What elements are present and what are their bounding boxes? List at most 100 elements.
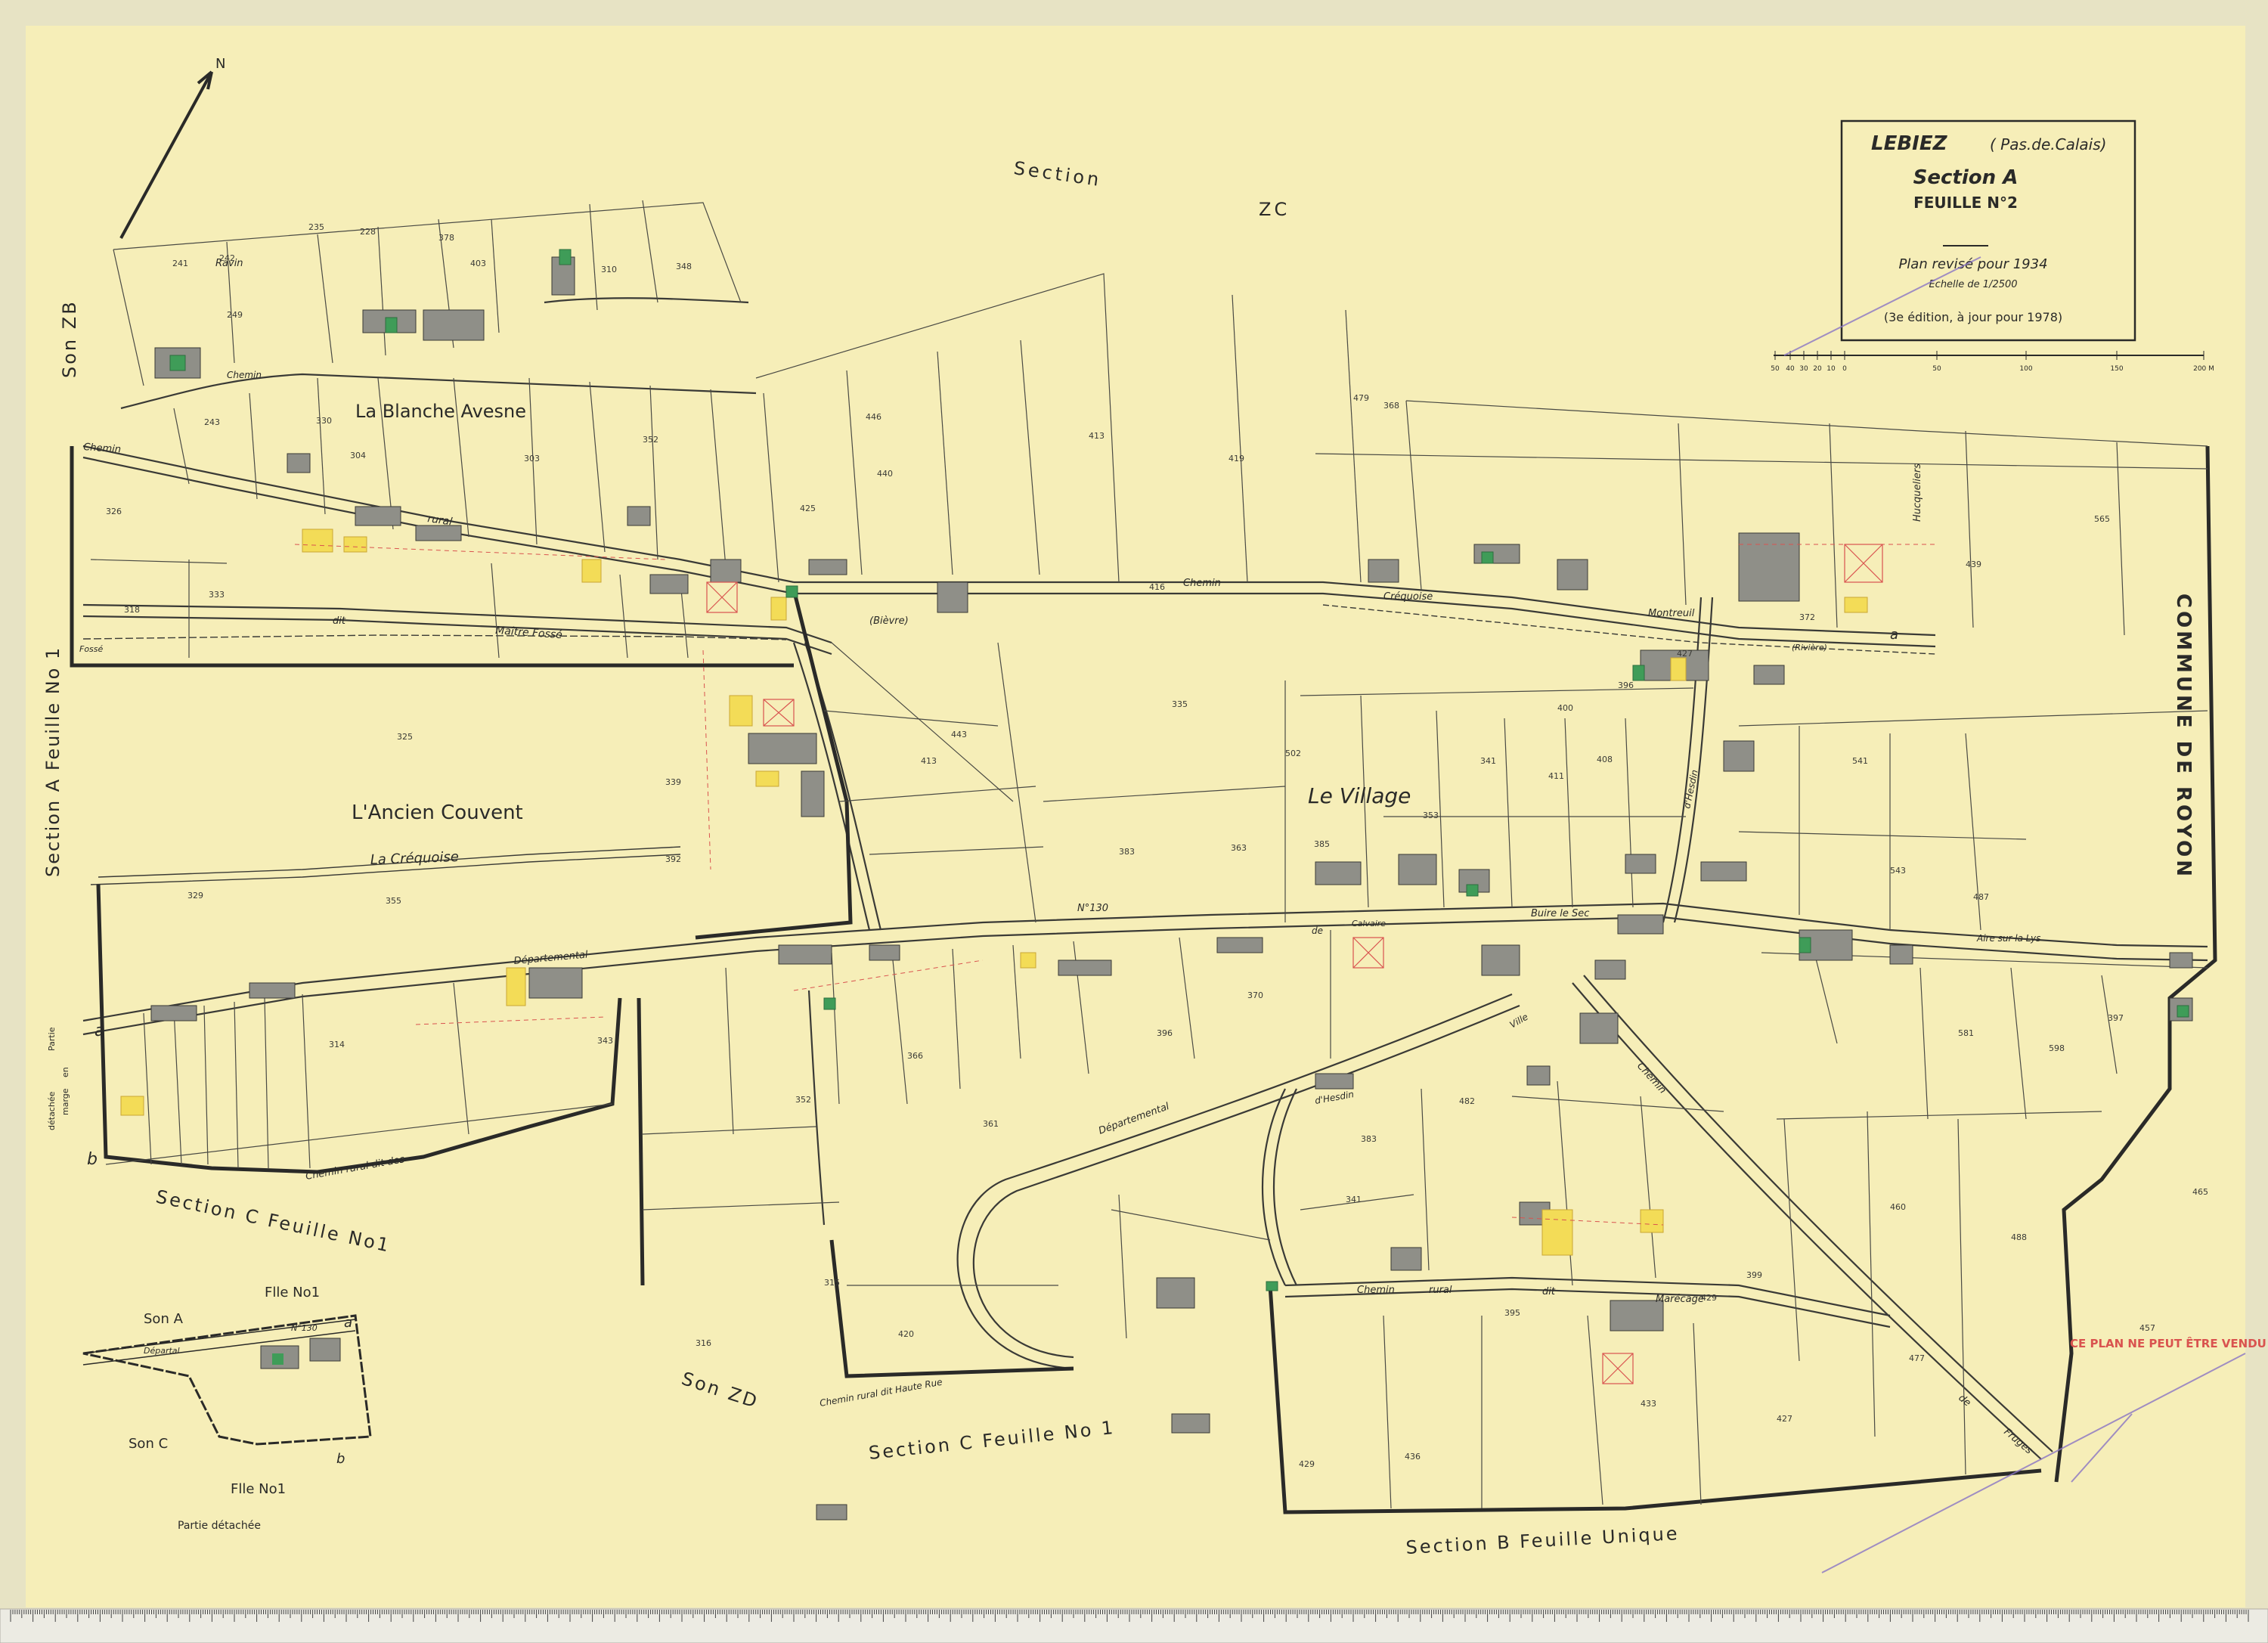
inset-point-a: a (344, 1315, 352, 1331)
scale-tick-label-0: 50 (1771, 365, 1780, 373)
label-chemin-crequoise: Chemin (1183, 578, 1221, 589)
parcel-number-3: 235 (308, 222, 324, 232)
measuring-ruler (0, 1608, 2268, 1643)
parcel-number-17: 325 (397, 732, 413, 742)
parcel-number-5: 378 (438, 233, 454, 243)
point-a-left: a (94, 1021, 104, 1040)
parcel-number-31: 383 (1119, 847, 1135, 857)
cadastral-map: N LEBIEZ ( Pas.de.Calais) Section A FEUI… (0, 0, 2268, 1643)
label-riviere: (Rivière) (1792, 643, 1827, 653)
cartouche-department: ( Pas.de.Calais) (1990, 135, 2106, 153)
parcel-number-12: 303 (524, 454, 540, 463)
north-label: N (215, 56, 225, 72)
parcel-number-23: 440 (877, 469, 893, 479)
parcel-number-62: 343 (597, 1036, 613, 1046)
parcel-number-49: 477 (1909, 1353, 1925, 1363)
parcel-number-41: 400 (1557, 703, 1573, 713)
parcel-number-63: 352 (795, 1095, 811, 1105)
label-buire-le-sec: Buire le Sec (1531, 908, 1589, 919)
margin-note-line-4: marge (60, 1088, 70, 1115)
parcel-number-70: 315 (824, 1278, 840, 1288)
parcel-number-34: 502 (1285, 749, 1301, 758)
parcel-number-68: 341 (1346, 1195, 1362, 1204)
parcel-number-27: 413 (1089, 431, 1105, 441)
label-dit-nw: dit (333, 615, 346, 627)
parcel-number-19: 355 (386, 896, 401, 906)
cartouche-edition: (3e édition, à jour pour 1978) (1884, 310, 2062, 324)
scale-tick-label-6: 50 (1932, 365, 1941, 373)
parcel-number-28: 419 (1228, 454, 1244, 463)
parcel-number-74: 427 (1777, 1414, 1792, 1424)
margin-note-line-1: Partie (47, 1027, 57, 1051)
parcel-number-35: 479 (1353, 393, 1369, 403)
parcel-number-76: 457 (2139, 1323, 2155, 1333)
point-b-left: b (87, 1150, 98, 1169)
parcel-number-75: 433 (1641, 1399, 1656, 1409)
label-la-blanche-avesne: La Blanche Avesne (355, 401, 526, 422)
scale-tick-label-9: 200 M (2193, 365, 2214, 373)
parcel-number-21: 392 (665, 854, 681, 864)
parcel-number-30: 335 (1172, 699, 1188, 709)
parcel-number-45: 383 (1361, 1134, 1377, 1144)
label-chemin-ravin: Chemin (227, 370, 262, 380)
label-la-crequoise: La Créquoise (370, 849, 459, 868)
parcel-number-55: 581 (1958, 1028, 1974, 1038)
scale-tick-label-5: 0 (1842, 365, 1847, 373)
label-montreuil: Montreuil (1648, 608, 1695, 619)
scale-tick-label-3: 20 (1813, 365, 1822, 373)
margin-note-line-2: détachée (47, 1091, 57, 1130)
parcel-number-59: 372 (1799, 612, 1815, 622)
cartouche-scale: Echelle de 1/2500 (1929, 279, 2017, 290)
parcel-number-11: 304 (350, 451, 366, 460)
label-commune-de-royon: COMMUNE DE ROYON (2172, 594, 2195, 879)
label-zc: ZC (1259, 199, 1290, 220)
parcel-number-37: 341 (1480, 756, 1496, 766)
parcel-number-53: 487 (1973, 892, 1989, 902)
parcel-number-44: 482 (1459, 1096, 1475, 1106)
parcel-number-77: 465 (2192, 1187, 2208, 1197)
label-l-ancien-couvent: L'Ancien Couvent (352, 801, 523, 824)
parcel-number-2: 249 (227, 310, 243, 320)
cartouche-section: Section A (1913, 166, 2019, 189)
parcel-number-29: 416 (1149, 582, 1165, 592)
parcel-number-15: 333 (209, 590, 225, 600)
parcel-number-50: 488 (2011, 1232, 2027, 1242)
inset-caption: Partie détachée (178, 1520, 261, 1532)
parcel-number-39: 408 (1597, 755, 1613, 764)
parcel-number-6: 403 (470, 259, 486, 268)
parcel-number-42: 396 (1618, 680, 1634, 690)
point-a-right: a (1890, 627, 1898, 643)
label-section-a-feuille-1: Section A Feuille No 1 (42, 646, 64, 877)
parcel-number-51: 460 (1890, 1202, 1906, 1212)
parcel-number-25: 443 (951, 730, 967, 739)
parcel-number-48: 399 (1746, 1270, 1762, 1280)
parcel-number-14: 326 (106, 507, 122, 516)
parcel-number-57: 565 (2094, 514, 2110, 524)
label-son-zb: Son ZB (59, 299, 80, 378)
parcel-number-18: 329 (187, 891, 203, 901)
label-fosse: Fossé (79, 644, 104, 654)
parcel-number-8: 348 (676, 262, 692, 271)
inset-flle-no1-bottom: Flle No1 (231, 1481, 286, 1497)
parcel-number-26: 413 (921, 756, 937, 766)
parcel-number-71: 316 (696, 1338, 711, 1348)
parcel-number-61: 314 (329, 1040, 345, 1049)
inset-point-b: b (336, 1451, 345, 1467)
scale-tick-label-2: 30 (1799, 365, 1808, 373)
label-crequoise: Créquoise (1383, 591, 1433, 603)
parcel-number-67: 396 (1157, 1028, 1173, 1038)
inset-departemental: Départal (144, 1346, 180, 1356)
parcel-number-69: 420 (898, 1329, 914, 1339)
parcel-number-1: 242 (219, 253, 235, 263)
parcel-number-0: 241 (172, 259, 188, 268)
label-marecage: Marécage (1656, 1294, 1704, 1305)
parcel-number-4: 228 (360, 227, 376, 237)
scale-tick-label-8: 150 (2110, 365, 2123, 373)
inset-son-a: Son A (144, 1311, 184, 1327)
parcel-number-36: 368 (1383, 401, 1399, 411)
parcel-number-64: 366 (907, 1051, 923, 1061)
label-calvaire: Calvaire (1352, 919, 1386, 928)
inset-n130: N°130 (291, 1323, 318, 1333)
parcel-number-54: 543 (1890, 866, 1906, 876)
parcel-number-7: 310 (601, 265, 617, 274)
